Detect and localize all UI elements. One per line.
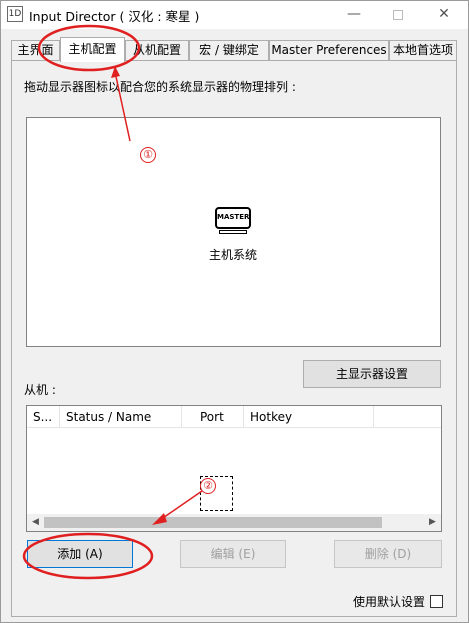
tab-main[interactable]: 主界面 (11, 40, 60, 61)
use-default-settings-label: 使用默认设置 (353, 595, 426, 609)
tab-local-preferences[interactable]: 本地首选项 (389, 40, 457, 61)
tab-master-preferences[interactable]: Master Preferences (269, 40, 389, 61)
scrollbar-thumb[interactable] (44, 517, 382, 528)
instruction-text: 拖动显示器图标以配合您的系统显示器的物理排列 : (24, 80, 296, 94)
monitor-screen: MASTER (215, 207, 251, 229)
monitor-base (219, 230, 247, 234)
annotation-marker-1: ① (140, 147, 156, 163)
use-default-settings-checkbox[interactable] (430, 595, 443, 608)
scroll-left-icon[interactable]: ◀ (27, 514, 44, 531)
tab-strip: 主界面 主机配置 从机配置 宏 / 键绑定 Master Preferences… (11, 37, 457, 62)
delete-button[interactable]: 删除 (D) (334, 540, 442, 568)
scroll-right-icon[interactable]: ▶ (424, 514, 441, 531)
window-title: Input Director ( 汉化 : 寒星 ) (29, 9, 200, 24)
tab-master-config[interactable]: 主机配置 (60, 37, 125, 62)
tab-slave-config[interactable]: 从机配置 (125, 40, 189, 61)
horizontal-scrollbar[interactable]: ◀ ▶ (27, 514, 441, 531)
annotation-marker-2: ② (200, 478, 216, 494)
column-header-status-name[interactable]: Status / Name (60, 406, 182, 428)
column-header-port[interactable]: Port (182, 406, 244, 428)
slaves-label: 从机 : (24, 383, 56, 397)
edit-button[interactable]: 编辑 (E) (180, 540, 286, 568)
master-monitor-icon[interactable]: MASTER (215, 207, 251, 237)
maximize-icon (393, 10, 403, 20)
close-button[interactable]: ✕ (424, 1, 464, 29)
maximize-button[interactable] (378, 1, 418, 29)
add-button[interactable]: 添加 (A) (27, 540, 133, 568)
column-header-hotkey[interactable]: Hotkey (244, 406, 374, 428)
title-bar: 1D Input Director ( 汉化 : 寒星 ) — ✕ (1, 1, 468, 29)
minimize-button[interactable]: — (334, 1, 374, 29)
slave-list[interactable]: S... Status / Name Port Hotkey ◀ ▶ (26, 405, 442, 532)
master-system-label: 主机系统 (209, 248, 258, 262)
app-icon: 1D (7, 6, 23, 22)
master-display-settings-button[interactable]: 主显示器设置 (303, 360, 441, 388)
column-header-status-short[interactable]: S... (27, 406, 60, 428)
list-header: S... Status / Name Port Hotkey (27, 406, 441, 428)
tab-macros-hotkeys[interactable]: 宏 / 键绑定 (189, 40, 269, 61)
